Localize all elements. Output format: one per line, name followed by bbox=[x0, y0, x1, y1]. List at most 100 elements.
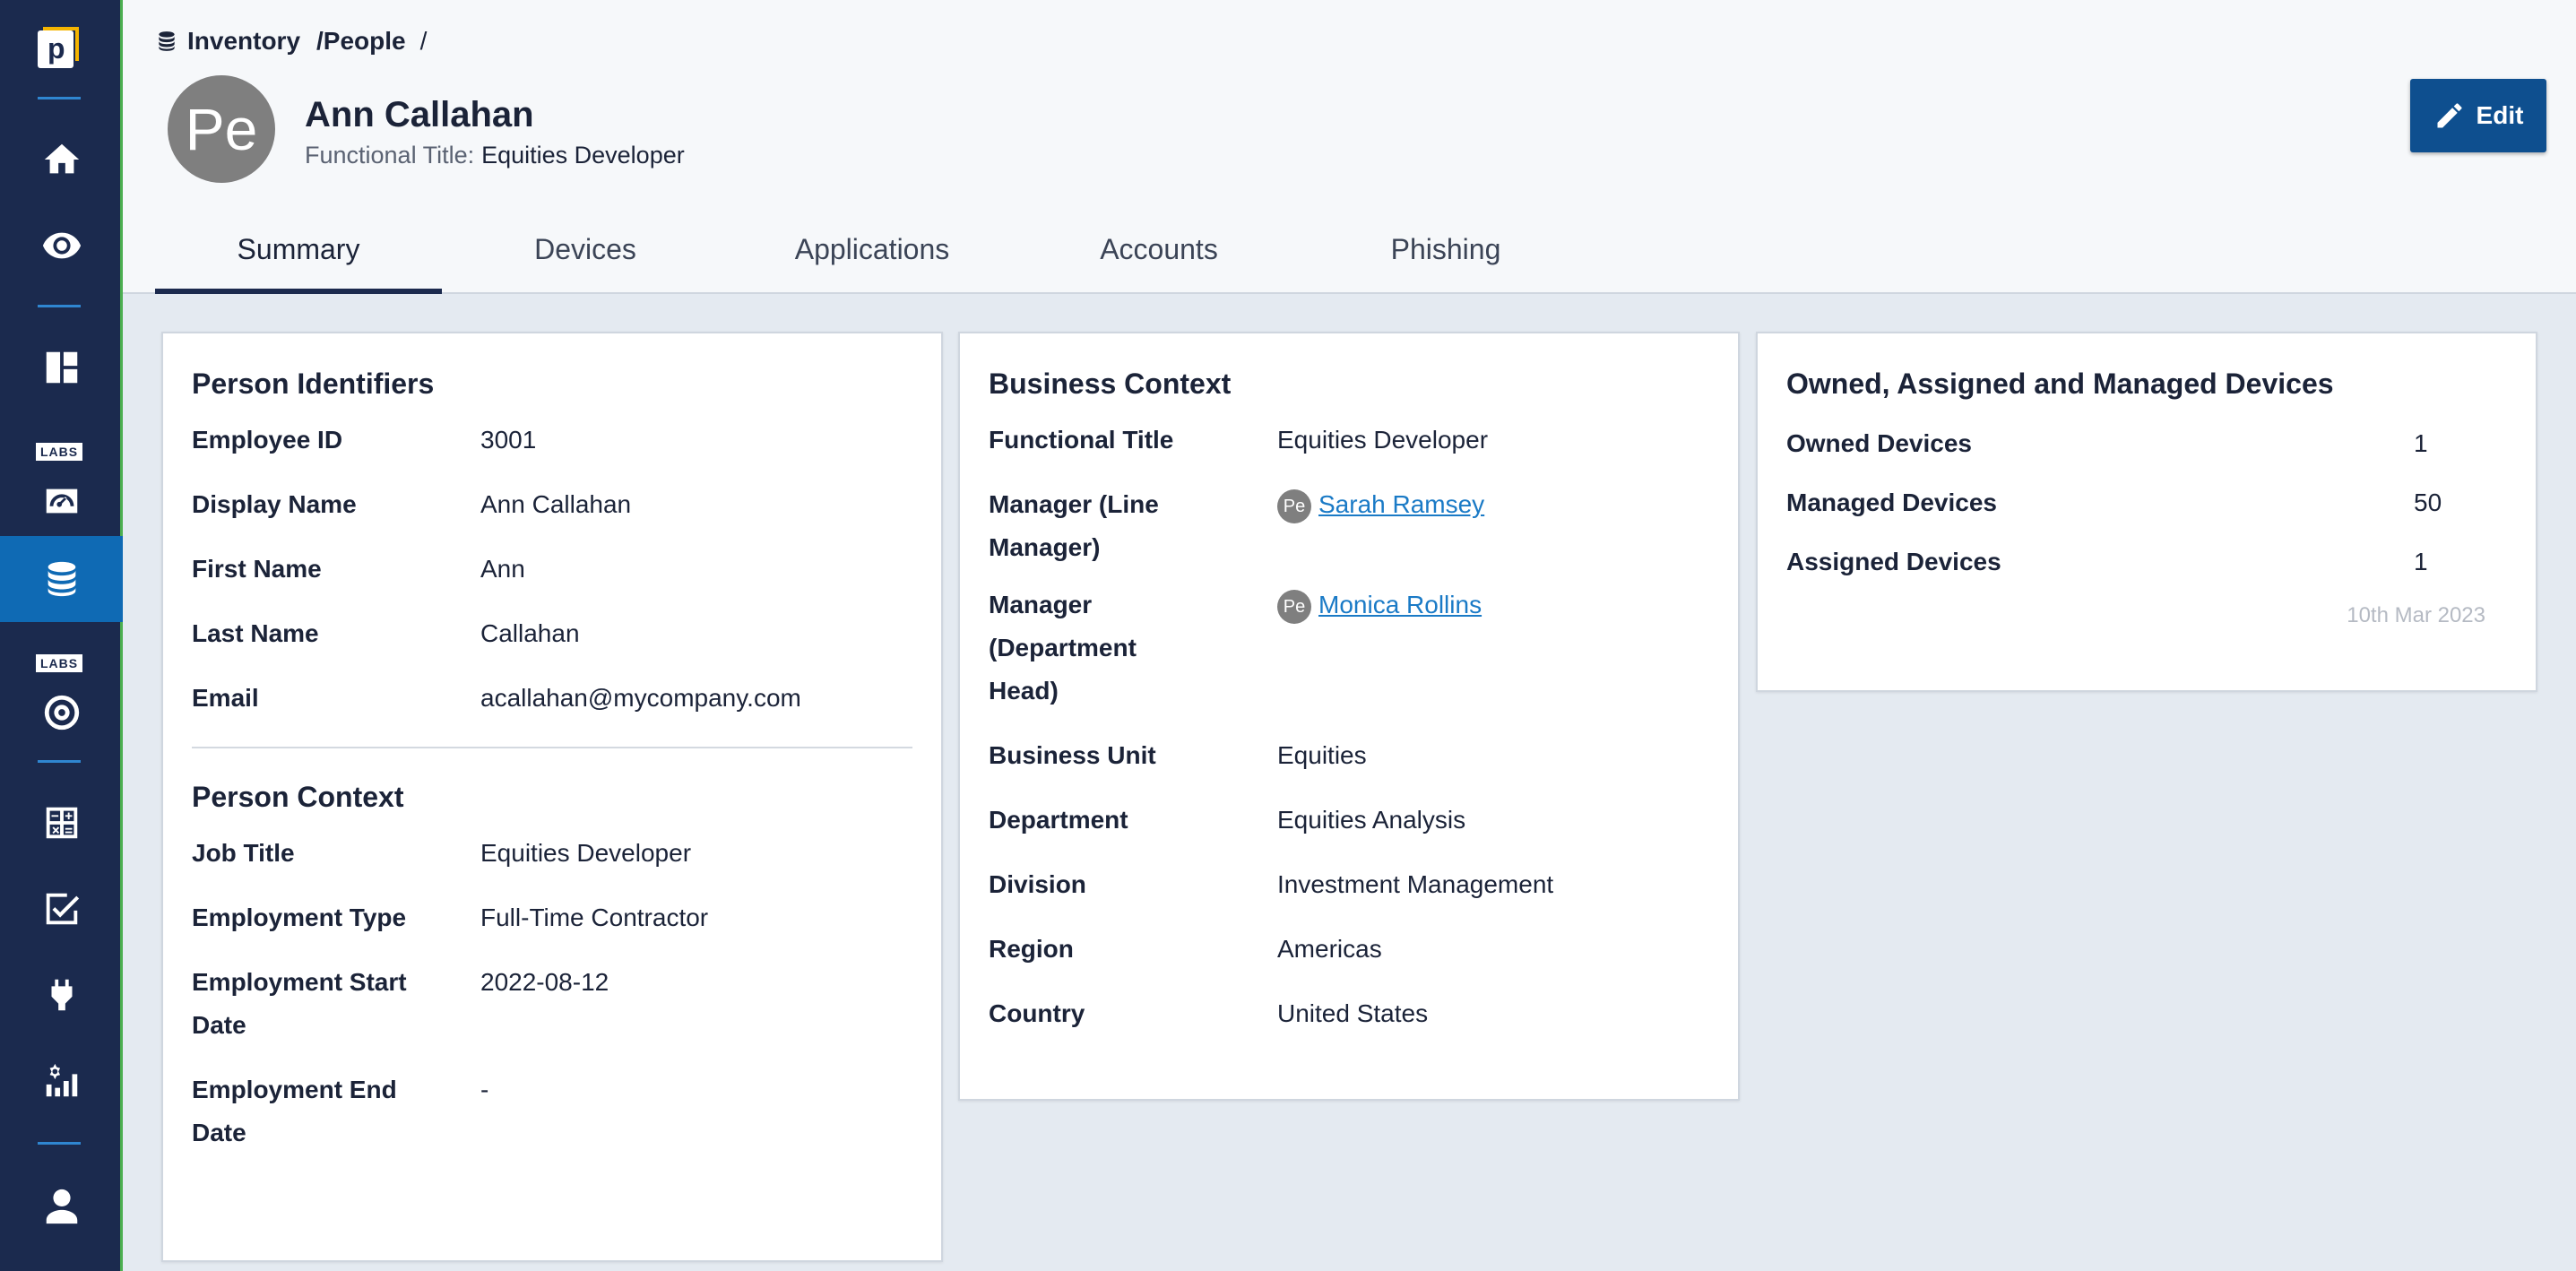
sidebar-item-labs-gauge[interactable] bbox=[0, 452, 123, 532]
field-label: First Name bbox=[192, 555, 322, 583]
database-icon bbox=[159, 31, 175, 51]
field-row: Last Name Callahan bbox=[192, 612, 912, 655]
device-count-row: Owned Devices 1 bbox=[1786, 426, 2485, 462]
sidebar-item-settings-reports[interactable] bbox=[0, 1038, 123, 1124]
field-value: Equities Analysis bbox=[1277, 806, 1466, 834]
field-row: Employment Type Full-Time Contractor bbox=[192, 896, 912, 939]
sidebar-item-tasks[interactable] bbox=[0, 866, 123, 952]
calculator-icon bbox=[46, 807, 77, 839]
device-count-value: 1 bbox=[2414, 429, 2428, 457]
field-row: Department Equities Analysis bbox=[989, 799, 1709, 842]
sidebar-item-labs-target[interactable] bbox=[0, 663, 123, 744]
tab-applications[interactable]: Applications bbox=[729, 224, 1016, 294]
page-header: Inventory /People / Pe Ann Callahan Func… bbox=[123, 0, 2576, 294]
field-value: Pe Sarah Ramsey bbox=[1277, 483, 1484, 569]
user-icon bbox=[46, 1189, 77, 1224]
field-value: Ann Callahan bbox=[480, 490, 632, 518]
field-label: Employment Start Date bbox=[192, 968, 407, 1039]
card-title: Business Context bbox=[989, 367, 1232, 400]
field-value: 3001 bbox=[480, 426, 537, 454]
breadcrumb-people[interactable]: /People bbox=[316, 27, 406, 56]
field-label: Display Name bbox=[192, 490, 357, 518]
breadcrumb-inventory[interactable]: Inventory bbox=[187, 27, 300, 56]
sidebar-divider bbox=[38, 760, 81, 763]
avatar: Pe bbox=[1277, 589, 1311, 624]
sidebar-divider bbox=[38, 97, 81, 99]
field-row: Region Americas bbox=[989, 928, 1709, 971]
field-row: Functional Title Equities Developer bbox=[989, 419, 1709, 462]
field-label: Employment Type bbox=[192, 904, 407, 931]
avatar: Pe bbox=[1277, 489, 1311, 523]
edit-label: Edit bbox=[2476, 101, 2524, 129]
last-updated-timestamp: 10th Mar 2023 bbox=[2347, 603, 2485, 627]
eye-icon bbox=[42, 232, 81, 259]
field-value: United States bbox=[1277, 999, 1429, 1027]
functional-title-label: Functional Title: bbox=[305, 142, 475, 169]
field-label: Country bbox=[989, 999, 1085, 1027]
field-value: 2022-08-12 bbox=[480, 968, 609, 996]
field-value: Callahan bbox=[480, 619, 580, 647]
edit-button[interactable]: Edit bbox=[2410, 79, 2546, 152]
sidebar-item-integrations[interactable] bbox=[0, 952, 123, 1038]
sidebar-divider bbox=[38, 305, 81, 307]
device-count-label: Managed Devices bbox=[1786, 489, 1997, 516]
field-label: Employee ID bbox=[192, 426, 343, 454]
field-value: Ann bbox=[480, 555, 525, 583]
field-value: Americas bbox=[1277, 935, 1382, 963]
field-value: Full-Time Contractor bbox=[480, 904, 709, 931]
manager-link[interactable]: Sarah Ramsey bbox=[1318, 490, 1484, 518]
person-identifiers-card: Person Identifiers Employee ID 3001 Displ… bbox=[161, 332, 943, 1262]
field-value: Pe Monica Rollins bbox=[1277, 584, 1482, 713]
field-label: Email bbox=[192, 684, 259, 712]
breadcrumb-trailing-separator: / bbox=[419, 27, 428, 55]
field-label: Job Title bbox=[192, 839, 295, 867]
field-label: Manager (Line Manager) bbox=[989, 490, 1159, 561]
sidebar-item-profile[interactable] bbox=[0, 1163, 123, 1249]
device-count-value: 1 bbox=[2414, 548, 2428, 575]
field-row: Division Investment Management bbox=[989, 863, 1709, 906]
field-label: Region bbox=[989, 935, 1074, 963]
sidebar-item-calculator[interactable] bbox=[0, 780, 123, 866]
field-value: acallahan@mycompany.com bbox=[480, 684, 801, 712]
devices-card: Owned, Assigned and Managed Devices Owne… bbox=[1756, 332, 2537, 692]
breadcrumb: Inventory /People / bbox=[155, 27, 427, 56]
settings-chart-icon bbox=[46, 1063, 77, 1097]
field-row: Job Title Equities Developer bbox=[192, 832, 912, 875]
field-label: Employment End Date bbox=[192, 1076, 397, 1146]
card-title: Person Identifiers bbox=[192, 367, 435, 400]
tab-phishing[interactable]: Phishing bbox=[1302, 224, 1589, 294]
field-row: Country United States bbox=[989, 992, 1709, 1035]
field-value: Equities Developer bbox=[480, 839, 692, 867]
functional-title: Functional Title: Equities Developer bbox=[305, 142, 685, 169]
device-count-row: Managed Devices 50 bbox=[1786, 485, 2485, 521]
field-row: Employment End Date - bbox=[192, 1068, 912, 1154]
target-icon bbox=[44, 695, 79, 731]
tab-accounts[interactable]: Accounts bbox=[1016, 224, 1302, 294]
field-row: Employment Start Date 2022-08-12 bbox=[192, 961, 912, 1047]
sidebar-item-dashboards[interactable] bbox=[0, 324, 123, 411]
field-value: - bbox=[480, 1076, 489, 1103]
gauge-icon bbox=[46, 489, 77, 514]
functional-title-value: Equities Developer bbox=[481, 142, 685, 169]
field-row: Business Unit Equities bbox=[989, 734, 1709, 777]
checkbox-icon bbox=[46, 893, 79, 925]
device-count-label: Owned Devices bbox=[1786, 429, 1972, 457]
tab-summary[interactable]: Summary bbox=[155, 224, 442, 294]
sidebar-item-inventory[interactable] bbox=[0, 536, 123, 622]
tab-devices[interactable]: Devices bbox=[442, 224, 729, 294]
home-icon bbox=[44, 143, 79, 174]
card-title: Person Context bbox=[192, 781, 404, 813]
sidebar-item-visibility[interactable] bbox=[0, 203, 123, 289]
department-head-link[interactable]: Monica Rollins bbox=[1318, 591, 1482, 618]
field-row: First Name Ann bbox=[192, 548, 912, 591]
field-label: Functional Title bbox=[989, 426, 1174, 454]
page-title: Ann Callahan bbox=[305, 95, 534, 134]
field-label: Manager (Department Head) bbox=[989, 591, 1137, 705]
card-title: Owned, Assigned and Managed Devices bbox=[1786, 367, 2334, 400]
field-value: Investment Management bbox=[1277, 870, 1554, 898]
avatar: Pe bbox=[168, 75, 275, 183]
sidebar-item-home[interactable] bbox=[0, 117, 123, 203]
app-logo[interactable] bbox=[38, 27, 81, 70]
pencil-icon bbox=[2437, 103, 2462, 128]
dashboard-icon bbox=[46, 351, 77, 384]
